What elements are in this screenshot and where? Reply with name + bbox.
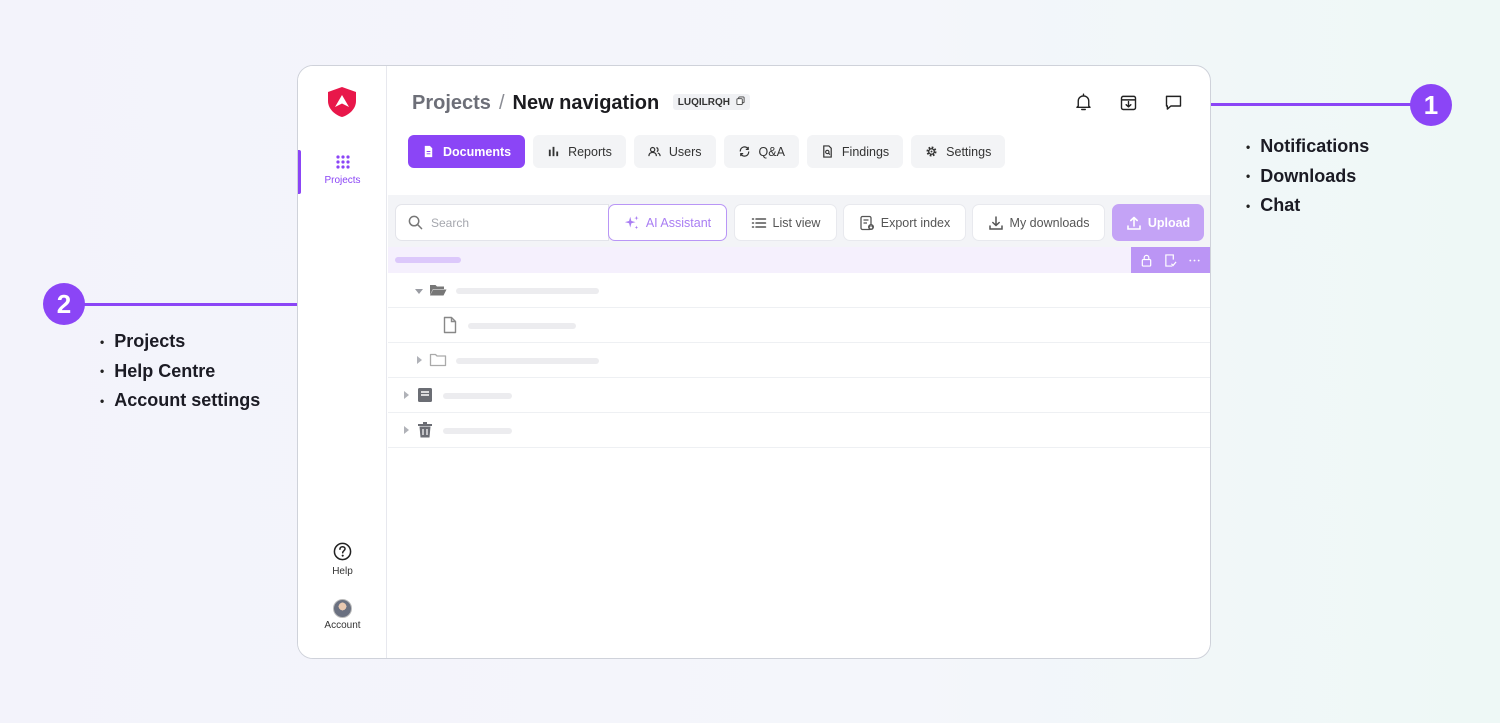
tab-reports[interactable]: Reports bbox=[533, 135, 626, 168]
breadcrumb-separator: / bbox=[498, 92, 505, 114]
tree-row-folder-open[interactable] bbox=[388, 273, 1210, 308]
tab-documents[interactable]: Documents bbox=[408, 135, 526, 168]
ai-assistant-label: AI Assistant bbox=[645, 215, 712, 230]
main-content: Projects / New navigation LUQILRQH Docum… bbox=[388, 66, 1210, 658]
tree-row-trash[interactable] bbox=[388, 413, 1210, 448]
caret-right-icon[interactable] bbox=[417, 356, 422, 364]
list-view-label: List view bbox=[772, 215, 821, 230]
sidebar-item-account[interactable]: Account bbox=[298, 599, 387, 631]
bell-icon[interactable] bbox=[1073, 92, 1094, 113]
caret-down-icon[interactable] bbox=[415, 289, 423, 294]
page-title: New navigation bbox=[512, 92, 660, 114]
tab-qa[interactable]: Q&A bbox=[723, 135, 799, 168]
ai-assistant-button[interactable]: AI Assistant bbox=[608, 204, 727, 241]
callout-item-chat: Chat bbox=[1246, 191, 1369, 221]
list-view-button[interactable]: List view bbox=[734, 204, 837, 241]
placeholder-bar bbox=[395, 257, 461, 263]
breadcrumb-projects-link[interactable]: Projects bbox=[412, 92, 491, 114]
upload-icon bbox=[1127, 216, 1141, 230]
project-code: LUQILRQH bbox=[677, 96, 730, 108]
app-window: Projects Help Account Projects / New navig… bbox=[297, 65, 1211, 659]
caret-right-icon[interactable] bbox=[404, 426, 409, 434]
project-code-badge[interactable]: LUQILRQH bbox=[672, 93, 750, 110]
tree-row-archive[interactable] bbox=[388, 378, 1210, 413]
my-downloads-button[interactable]: My downloads bbox=[972, 204, 1105, 241]
placeholder-bar bbox=[456, 358, 599, 364]
sparkle-icon bbox=[624, 215, 639, 229]
download-box-icon[interactable] bbox=[1118, 92, 1139, 113]
users-icon bbox=[648, 146, 661, 157]
tree-row-file[interactable] bbox=[388, 308, 1210, 343]
breadcrumb: Projects / New navigation LUQILRQH bbox=[412, 92, 750, 115]
tab-settings[interactable]: Settings bbox=[911, 135, 1006, 168]
placeholder-bar bbox=[468, 323, 576, 329]
caret-right-icon[interactable] bbox=[404, 391, 409, 399]
connector-line-2 bbox=[84, 303, 308, 306]
document-icon bbox=[424, 145, 433, 158]
grid-dots-icon bbox=[335, 155, 350, 169]
sidebar-item-projects[interactable]: Projects bbox=[298, 154, 387, 186]
chat-icon[interactable] bbox=[1163, 92, 1184, 113]
callout-badge-2: 2 bbox=[43, 283, 85, 325]
file-icon bbox=[443, 316, 457, 334]
search-input[interactable]: Search bbox=[395, 204, 609, 241]
sidebar: Projects Help Account bbox=[298, 66, 387, 658]
callout-item-notifications: Notifications bbox=[1246, 132, 1369, 162]
tab-findings[interactable]: Findings bbox=[806, 135, 904, 168]
tab-users[interactable]: Users bbox=[633, 135, 716, 168]
callout-item-projects: Projects bbox=[100, 327, 260, 357]
folder-open-icon bbox=[430, 285, 447, 296]
tab-label: Reports bbox=[568, 144, 612, 159]
brand-shield-logo[interactable] bbox=[327, 86, 357, 118]
callout-list-2: Projects Help Centre Account settings bbox=[100, 327, 260, 416]
trash-icon bbox=[418, 422, 432, 438]
findings-icon bbox=[823, 145, 832, 158]
tab-label: Settings bbox=[946, 144, 992, 159]
tab-label: Findings bbox=[841, 144, 890, 159]
gear-icon bbox=[926, 146, 937, 157]
lock-icon[interactable] bbox=[1140, 254, 1153, 267]
tree-row-folder[interactable] bbox=[388, 343, 1210, 378]
folder-icon bbox=[429, 353, 447, 367]
sidebar-item-label: Projects bbox=[324, 175, 361, 186]
selected-row[interactable] bbox=[388, 247, 1210, 273]
placeholder-bar bbox=[443, 393, 512, 399]
file-check-icon[interactable] bbox=[1164, 253, 1177, 267]
callout-item-downloads: Downloads bbox=[1246, 162, 1369, 192]
export-index-button[interactable]: Export index bbox=[843, 204, 966, 241]
callout-list-1: Notifications Downloads Chat bbox=[1246, 132, 1369, 221]
placeholder-bar bbox=[456, 288, 599, 294]
avatar bbox=[333, 599, 352, 618]
placeholder-bar bbox=[443, 428, 512, 434]
tab-label: Users bbox=[668, 144, 702, 159]
header-icon-group bbox=[1073, 92, 1184, 113]
callout-item-account-settings: Account settings bbox=[100, 386, 260, 416]
export-index-label: Export index bbox=[880, 215, 951, 230]
question-circle-icon bbox=[333, 542, 352, 561]
list-icon bbox=[751, 217, 766, 228]
search-placeholder: Search bbox=[431, 215, 470, 230]
sidebar-item-label: Account bbox=[324, 620, 361, 631]
documents-panel: Search AI Assistant List view Export ind… bbox=[388, 195, 1210, 645]
archive-icon bbox=[418, 388, 432, 402]
upload-label: Upload bbox=[1147, 215, 1191, 230]
search-icon bbox=[408, 215, 423, 230]
callout-item-help-centre: Help Centre bbox=[100, 357, 260, 387]
row-actions bbox=[1131, 247, 1210, 273]
callout-badge-1: 1 bbox=[1410, 84, 1452, 126]
qa-sync-icon bbox=[739, 146, 749, 157]
tab-label: Q&A bbox=[758, 144, 785, 159]
tab-bar: Documents Reports Users Q&A Findings Set… bbox=[408, 135, 1006, 168]
export-index-icon bbox=[860, 215, 874, 230]
sidebar-item-help[interactable]: Help bbox=[298, 542, 387, 577]
upload-button[interactable]: Upload bbox=[1112, 204, 1204, 241]
bar-chart-icon bbox=[548, 146, 559, 157]
copy-icon bbox=[736, 96, 745, 105]
tab-label: Documents bbox=[443, 144, 512, 159]
sidebar-item-label: Help bbox=[332, 566, 353, 577]
my-downloads-label: My downloads bbox=[1009, 215, 1090, 230]
connector-line-1 bbox=[1199, 103, 1413, 106]
download-icon bbox=[988, 215, 1003, 230]
more-icon[interactable] bbox=[1188, 254, 1201, 267]
